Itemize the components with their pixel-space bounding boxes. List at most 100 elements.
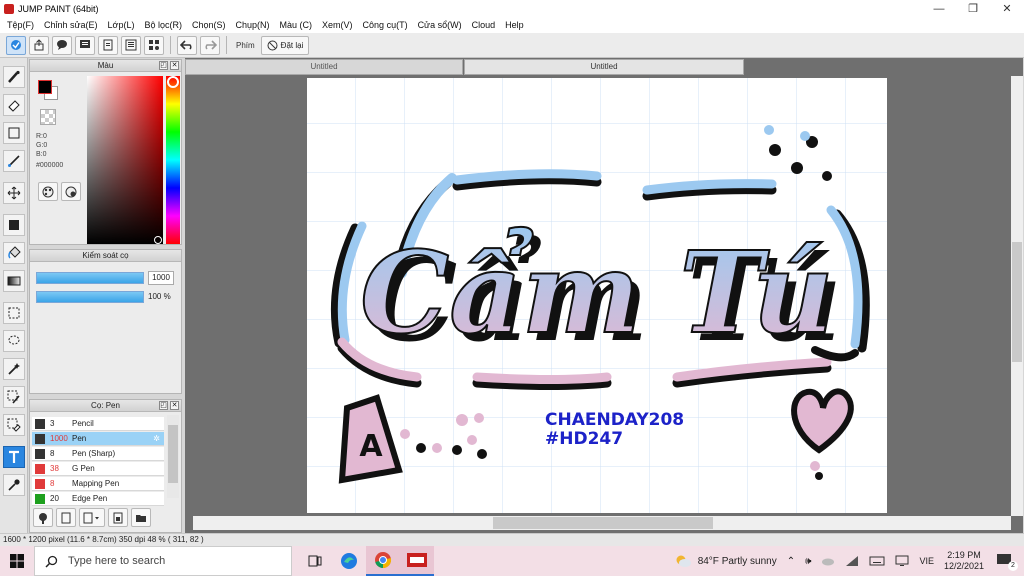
brush-list-item[interactable]: 3 Pencil bbox=[32, 417, 164, 431]
list-icon[interactable] bbox=[121, 35, 141, 55]
brush-list-scroll-thumb[interactable] bbox=[168, 425, 178, 483]
panel-close-icon[interactable]: ✕ bbox=[170, 61, 179, 70]
brush-opacity-slider[interactable] bbox=[36, 291, 144, 303]
color-settings-icon[interactable] bbox=[61, 182, 81, 201]
vertical-scroll-thumb[interactable] bbox=[1012, 242, 1022, 362]
reset-button[interactable]: Đặt lại bbox=[260, 35, 310, 55]
panel-float-icon[interactable]: ◰ bbox=[159, 61, 168, 70]
network-icon[interactable] bbox=[845, 555, 859, 567]
vertical-scrollbar[interactable] bbox=[1011, 76, 1023, 516]
menu-layer[interactable]: Lớp(L) bbox=[103, 20, 140, 30]
select-eraser-tool-icon[interactable] bbox=[3, 414, 25, 436]
artwork: A Cẩm Tú Cẩm Tú CHAENDAY208 #HD247 bbox=[307, 78, 887, 513]
brush-size: 1000 bbox=[50, 434, 68, 443]
menu-color[interactable]: Màu (C) bbox=[275, 20, 318, 30]
brush-list-item[interactable]: 1000 Pen ✲ bbox=[32, 432, 164, 446]
panel-close-icon[interactable]: ✕ bbox=[170, 401, 179, 410]
tab-untitled-1[interactable]: Untitled bbox=[185, 59, 463, 75]
brush-tool-icon[interactable] bbox=[3, 66, 25, 88]
undo-icon[interactable] bbox=[177, 35, 197, 55]
saturation-value-picker[interactable] bbox=[87, 76, 163, 244]
new-brush-icon[interactable] bbox=[56, 508, 76, 527]
menu-help[interactable]: Help bbox=[500, 20, 529, 30]
jump-paint-taskbar-icon[interactable] bbox=[400, 546, 434, 576]
menu-file[interactable]: Tệp(F) bbox=[2, 20, 39, 30]
window-title: JUMP PAINT (64bit) bbox=[18, 3, 99, 14]
brush-list-item[interactable]: 8 Mapping Pen bbox=[32, 477, 164, 491]
menu-filter[interactable]: Bộ lọc(R) bbox=[139, 20, 187, 30]
horizontal-scroll-thumb[interactable] bbox=[493, 517, 713, 529]
redo-icon[interactable] bbox=[200, 35, 220, 55]
color-panel-title: Màu bbox=[97, 61, 114, 70]
document-icon[interactable] bbox=[98, 35, 118, 55]
brush-list-scrollbar[interactable] bbox=[167, 415, 179, 498]
hue-slider-handle[interactable] bbox=[167, 76, 179, 88]
rectangle-tool-icon[interactable] bbox=[3, 122, 25, 144]
transparent-swatch[interactable] bbox=[40, 109, 56, 125]
grid-settings-icon[interactable] bbox=[144, 35, 164, 55]
edge-browser-icon[interactable] bbox=[332, 546, 366, 576]
message-icon[interactable] bbox=[75, 35, 95, 55]
rect-select-tool-icon[interactable] bbox=[3, 302, 25, 324]
brush-control-panel: Kiểm soát cọ 1000 100 % bbox=[29, 249, 182, 394]
brush-size-input[interactable]: 1000 bbox=[148, 271, 174, 285]
restore-button[interactable]: ❐ bbox=[956, 0, 990, 17]
brush-tree-icon[interactable] bbox=[33, 508, 53, 527]
brush-size: 20 bbox=[50, 494, 59, 503]
fill-rect-tool-icon[interactable] bbox=[3, 214, 25, 236]
line-tool-icon[interactable] bbox=[3, 150, 25, 172]
text-tool-icon[interactable] bbox=[3, 446, 25, 468]
brush-list-item[interactable]: 38 G Pen bbox=[32, 462, 164, 476]
lasso-tool-icon[interactable] bbox=[3, 330, 25, 352]
menu-tools[interactable]: Công cụ(T) bbox=[358, 20, 413, 30]
brush-folder-icon[interactable] bbox=[131, 508, 151, 527]
keyboard-icon[interactable] bbox=[869, 555, 885, 567]
windows-start-icon[interactable] bbox=[0, 546, 34, 576]
canvas-paper[interactable]: A Cẩm Tú Cẩm Tú CHAENDAY208 #HD247 bbox=[307, 78, 887, 513]
check-icon[interactable] bbox=[6, 35, 26, 55]
tray-chevron-icon[interactable]: ⌃ bbox=[787, 556, 795, 567]
hue-slider[interactable] bbox=[166, 76, 180, 244]
menu-capture[interactable]: Chụp(N) bbox=[231, 20, 275, 30]
brush-size-slider[interactable] bbox=[36, 272, 144, 284]
close-button[interactable]: ✕ bbox=[990, 0, 1024, 17]
weather-text[interactable]: 84°F Partly sunny bbox=[698, 556, 777, 567]
panel-float-icon[interactable]: ◰ bbox=[159, 401, 168, 410]
menu-window[interactable]: Cửa sổ(W) bbox=[413, 20, 467, 30]
taskbar-search-box[interactable]: Type here to search bbox=[34, 546, 292, 576]
onedrive-icon[interactable] bbox=[821, 555, 835, 567]
horizontal-scrollbar[interactable] bbox=[193, 516, 1011, 530]
task-view-icon[interactable] bbox=[298, 546, 332, 576]
move-tool-icon[interactable] bbox=[3, 182, 25, 204]
eraser-tool-icon[interactable] bbox=[3, 94, 25, 116]
menu-edit[interactable]: Chỉnh sửa(E) bbox=[39, 20, 103, 30]
select-pen-tool-icon[interactable] bbox=[3, 386, 25, 408]
notification-icon[interactable]: 2 bbox=[996, 553, 1018, 571]
tab-untitled-2[interactable]: Untitled bbox=[464, 59, 744, 75]
display-icon[interactable] bbox=[895, 555, 909, 567]
minimize-button[interactable]: — bbox=[922, 0, 956, 17]
bucket-tool-icon[interactable] bbox=[3, 242, 25, 264]
brush-list-item[interactable]: 8 Pen (Sharp) bbox=[32, 447, 164, 461]
reset-label: Đặt lại bbox=[280, 40, 304, 50]
clock[interactable]: 2:19 PM 12/2/2021 bbox=[944, 550, 984, 572]
brush-menu-icon[interactable] bbox=[79, 508, 105, 527]
color-picker-cursor[interactable] bbox=[154, 236, 162, 244]
comment-icon[interactable] bbox=[52, 35, 72, 55]
export-icon[interactable] bbox=[29, 35, 49, 55]
color-palette-icon[interactable] bbox=[38, 182, 58, 201]
gradient-tool-icon[interactable] bbox=[3, 270, 25, 292]
chrome-browser-icon[interactable] bbox=[366, 546, 400, 576]
prohibit-icon bbox=[267, 40, 278, 50]
magic-wand-tool-icon[interactable] bbox=[3, 358, 25, 380]
menu-cloud[interactable]: Cloud bbox=[467, 20, 501, 30]
eyedropper-tool-icon[interactable] bbox=[3, 474, 25, 496]
brush-settings-icon[interactable]: ✲ bbox=[153, 434, 160, 443]
brush-list-item[interactable]: 20 Edge Pen bbox=[32, 492, 164, 506]
hex-value: #000000 bbox=[36, 162, 64, 169]
menu-view[interactable]: Xem(V) bbox=[317, 20, 358, 30]
brush-copy-icon[interactable] bbox=[108, 508, 128, 527]
menu-select[interactable]: Chọn(S) bbox=[187, 20, 231, 30]
volume-icon[interactable]: 🕪 bbox=[805, 556, 811, 567]
language-indicator[interactable]: VIE bbox=[919, 556, 934, 566]
